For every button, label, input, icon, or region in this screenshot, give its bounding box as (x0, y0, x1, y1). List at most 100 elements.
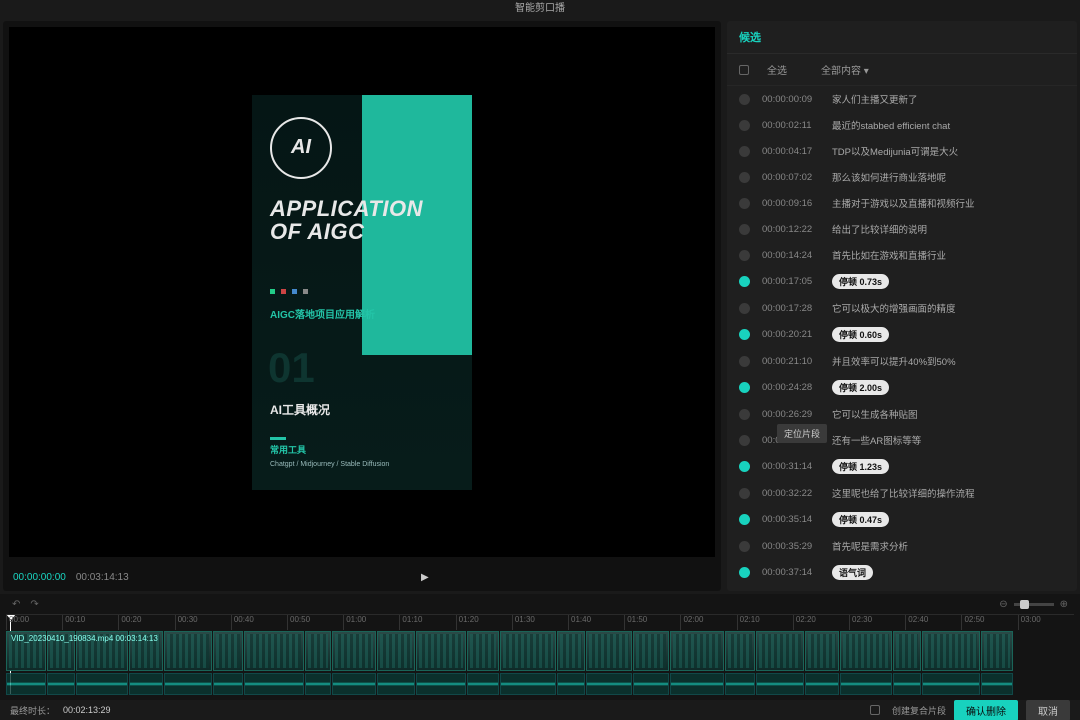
filter-dropdown[interactable]: 全部内容 ▾ (821, 62, 869, 77)
video-clip[interactable] (922, 631, 980, 671)
transcript-row[interactable]: 00:00:37:14语气词 (727, 559, 1077, 586)
row-checkbox[interactable] (739, 409, 750, 420)
zoom-slider[interactable] (1014, 603, 1054, 606)
audio-clip[interactable] (244, 673, 304, 695)
transcript-row[interactable]: 00:00:07:02那么该如何进行商业落地呢 (727, 164, 1077, 190)
row-checkbox[interactable] (739, 250, 750, 261)
transcript-row[interactable]: 00:00:09:16主播对于游戏以及直播和视频行业 (727, 190, 1077, 216)
video-clip[interactable] (725, 631, 755, 671)
transcript-row[interactable]: 00:00:21:10并且效率可以提升40%到50% (727, 348, 1077, 374)
audio-clip[interactable] (893, 673, 921, 695)
audio-clip[interactable] (47, 673, 75, 695)
video-clip[interactable] (633, 631, 669, 671)
video-track[interactable]: VID_20230410_190834.mp4 00:03:14:13 (6, 631, 1074, 671)
audio-clip[interactable] (586, 673, 632, 695)
transcript-row[interactable]: 00:00:31:14停顿 1.23s (727, 453, 1077, 480)
play-button[interactable]: ▶ (421, 572, 429, 583)
video-clip[interactable] (893, 631, 921, 671)
select-all-label[interactable]: 全选 (767, 62, 787, 77)
video-clip[interactable] (416, 631, 466, 671)
audio-clip[interactable] (213, 673, 243, 695)
audio-clip[interactable] (633, 673, 669, 695)
redo-icon[interactable]: ↷ (30, 599, 38, 610)
audio-clip[interactable] (332, 673, 376, 695)
video-preview[interactable]: AI APPLICATION OF AIGC AIGC落地项目应用解析 01 A… (9, 27, 715, 557)
select-all-checkbox[interactable] (739, 65, 749, 75)
audio-clip[interactable] (6, 673, 46, 695)
row-checkbox[interactable] (739, 303, 750, 314)
transcript-row[interactable]: 00:00:14:24首先比如在游戏和直播行业 (727, 242, 1077, 268)
video-clip[interactable] (500, 631, 556, 671)
video-clip[interactable]: VID_20230410_190834.mp4 00:03:14:13 (6, 631, 46, 671)
row-checkbox[interactable] (739, 329, 750, 340)
audio-clip[interactable] (467, 673, 499, 695)
transcript-row[interactable]: 00:00:35:14停顿 0.47s (727, 506, 1077, 533)
transcript-row[interactable]: 00:00:20:21停顿 0.60s (727, 321, 1077, 348)
audio-clip[interactable] (922, 673, 980, 695)
transcript-row[interactable]: 00:00:29:06还有一些AR图标等等定位片段 (727, 427, 1077, 453)
transcript-list[interactable]: 00:00:00:09家人们主播又更新了00:00:02:11最近的stabbe… (727, 86, 1077, 591)
audio-track[interactable] (6, 673, 1074, 695)
video-clip[interactable] (467, 631, 499, 671)
undo-icon[interactable]: ↶ (12, 599, 20, 610)
zoom-in-icon[interactable]: ⊕ (1060, 599, 1068, 610)
audio-clip[interactable] (670, 673, 724, 695)
compound-checkbox[interactable] (870, 705, 880, 715)
video-clip[interactable] (981, 631, 1013, 671)
row-checkbox[interactable] (739, 120, 750, 131)
transcript-row[interactable]: 00:00:17:28它可以极大的增强画面的精度 (727, 295, 1077, 321)
row-checkbox[interactable] (739, 514, 750, 525)
video-clip[interactable] (756, 631, 804, 671)
row-checkbox[interactable] (739, 488, 750, 499)
video-clip[interactable] (244, 631, 304, 671)
audio-clip[interactable] (377, 673, 415, 695)
confirm-delete-button[interactable]: 确认删除 (954, 700, 1018, 720)
row-checkbox[interactable] (739, 276, 750, 287)
transcript-row[interactable]: 00:00:32:22这里呢也给了比较详细的操作流程 (727, 480, 1077, 506)
video-clip[interactable] (557, 631, 585, 671)
row-checkbox[interactable] (739, 172, 750, 183)
audio-clip[interactable] (500, 673, 556, 695)
transcript-row[interactable]: 00:00:24:28停顿 2.00s (727, 374, 1077, 401)
row-checkbox[interactable] (739, 541, 750, 552)
row-checkbox[interactable] (739, 461, 750, 472)
audio-clip[interactable] (725, 673, 755, 695)
video-clip[interactable] (377, 631, 415, 671)
transcript-row[interactable]: 00:00:00:09家人们主播又更新了 (727, 86, 1077, 112)
zoom-out-icon[interactable]: ⊖ (999, 599, 1007, 610)
audio-clip[interactable] (981, 673, 1013, 695)
row-timestamp: 00:00:35:29 (762, 541, 820, 552)
row-checkbox[interactable] (739, 198, 750, 209)
transcript-row[interactable]: 00:00:17:05停顿 0.73s (727, 268, 1077, 295)
cancel-button[interactable]: 取消 (1026, 700, 1070, 720)
transcript-row[interactable]: 00:00:35:29首先呢是需求分析 (727, 533, 1077, 559)
audio-clip[interactable] (76, 673, 128, 695)
time-ruler[interactable]: 00:0000:1000:2000:3000:4000:5001:0001:10… (6, 614, 1074, 630)
video-clip[interactable] (670, 631, 724, 671)
row-checkbox[interactable] (739, 567, 750, 578)
audio-clip[interactable] (557, 673, 585, 695)
video-clip[interactable] (332, 631, 376, 671)
transcript-row[interactable]: 00:00:12:22给出了比较详细的说明 (727, 216, 1077, 242)
audio-clip[interactable] (756, 673, 804, 695)
transcript-row[interactable]: 00:00:04:17TDP以及Medijunia可谓是大火 (727, 138, 1077, 164)
video-clip[interactable] (164, 631, 212, 671)
audio-clip[interactable] (305, 673, 331, 695)
audio-clip[interactable] (805, 673, 839, 695)
audio-clip[interactable] (164, 673, 212, 695)
audio-clip[interactable] (840, 673, 892, 695)
video-clip[interactable] (305, 631, 331, 671)
audio-clip[interactable] (129, 673, 163, 695)
transcript-row[interactable]: 00:00:02:11最近的stabbed efficient chat (727, 112, 1077, 138)
audio-clip[interactable] (416, 673, 466, 695)
video-clip[interactable] (213, 631, 243, 671)
video-clip[interactable] (840, 631, 892, 671)
video-clip[interactable] (586, 631, 632, 671)
row-checkbox[interactable] (739, 435, 750, 446)
row-checkbox[interactable] (739, 356, 750, 367)
video-clip[interactable] (805, 631, 839, 671)
row-checkbox[interactable] (739, 94, 750, 105)
row-checkbox[interactable] (739, 146, 750, 157)
row-checkbox[interactable] (739, 382, 750, 393)
row-checkbox[interactable] (739, 224, 750, 235)
